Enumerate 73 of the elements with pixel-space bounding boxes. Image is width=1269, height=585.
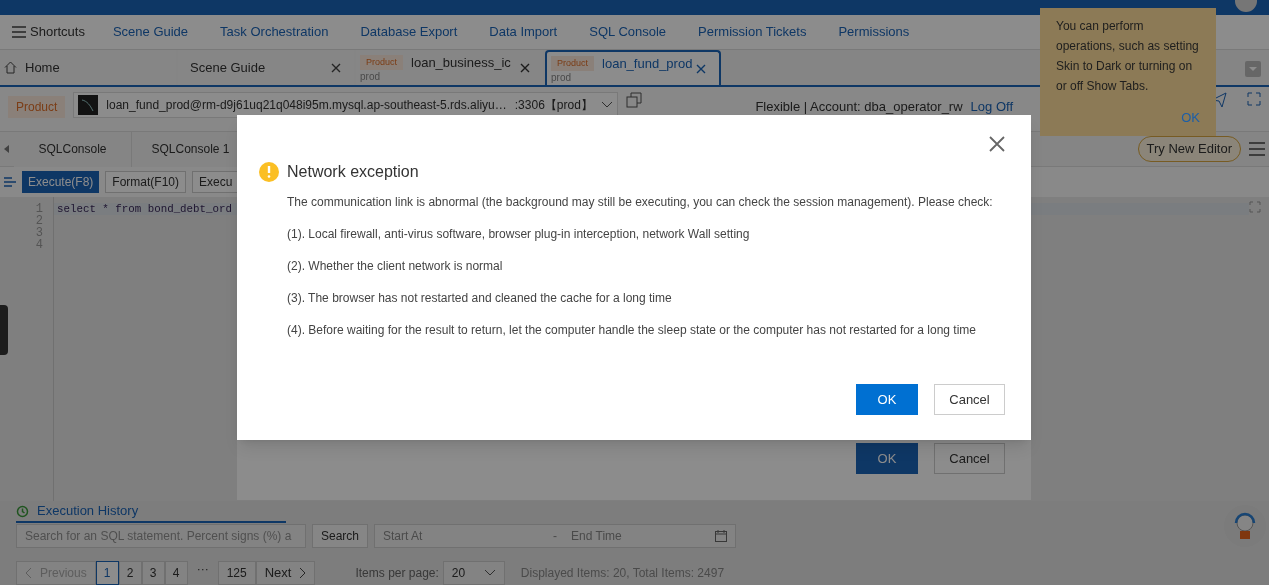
dialog-message: (4). Before waiting for the result to return, let the computer handle the sleep state or the computer has not restarted for a long time: [287, 322, 978, 338]
ok-button[interactable]: OK: [856, 443, 918, 474]
ok-button[interactable]: OK: [856, 384, 918, 415]
nav-link[interactable]: Permissions: [822, 22, 926, 42]
avatar-icon[interactable]: [1235, 0, 1257, 12]
page-button[interactable]: 3: [141, 561, 165, 585]
tab-label: loan_fund_prod: [602, 54, 693, 73]
menu-icon[interactable]: [1249, 142, 1265, 156]
nav-link[interactable]: Database Export: [344, 22, 474, 42]
tab[interactable]: Product loan_fund_prod prod: [545, 50, 721, 85]
end-date-placeholder: End Time: [571, 528, 623, 545]
page-button[interactable]: 2: [118, 561, 142, 585]
page-size-select[interactable]: 20: [442, 561, 505, 585]
chevron-left-icon: [25, 567, 32, 579]
environment-label: prod: [551, 73, 572, 84]
chevron-right-icon: [299, 567, 307, 579]
calendar-icon: [715, 530, 728, 542]
tip-text: You can perform operations, such as setting Skin to Dark or turning on or off Show Tabs.: [1056, 18, 1200, 95]
expand-icon[interactable]: [1249, 201, 1261, 213]
date-range-field[interactable]: Start At - End Time: [374, 524, 737, 548]
toolbar-button[interactable]: Execu: [192, 171, 240, 193]
dialog-message: (1). Local firewall, anti-virus software, browser plug-in interception, network Wall setting: [287, 226, 751, 242]
chevron-down-icon: [600, 101, 613, 109]
toolbar-button[interactable]: Format(F10): [105, 171, 187, 193]
nav-link[interactable]: Permission Tickets: [682, 22, 823, 42]
warning-icon: [259, 162, 279, 182]
connection-string: loan_fund_prod@rm-d9j61uq21q048i95m.mysql.ap-southeast-5.rds.aliyu…: [106, 97, 507, 114]
items-per-page-label: Items per page:: [355, 565, 439, 582]
cancel-button[interactable]: Cancel: [934, 384, 1005, 415]
cancel-button[interactable]: Cancel: [934, 443, 1005, 474]
page-button[interactable]: 1: [95, 561, 119, 585]
tab-label: Scene Guide: [190, 58, 267, 77]
close-icon[interactable]: [695, 62, 707, 75]
nav-link[interactable]: Task Orchestration: [204, 22, 345, 42]
range-separator: -: [553, 528, 559, 545]
environment-badge: Product: [551, 55, 595, 72]
environment-badge: Product: [8, 96, 66, 118]
database-icon: [78, 95, 99, 115]
dialog-message: (2). Whether the client network is normal: [287, 258, 504, 274]
nav-link[interactable]: SQL Console: [573, 22, 683, 42]
dialog-title: Network exception: [287, 162, 419, 182]
console-tab[interactable]: SQLConsole: [14, 131, 132, 167]
start-date-placeholder: Start At: [383, 528, 424, 545]
panel-toggle-handle[interactable]: [0, 305, 8, 355]
tab-label: Home: [25, 58, 60, 77]
nav-link[interactable]: Scene Guide: [96, 22, 205, 42]
fullscreen-icon[interactable]: [1247, 92, 1261, 106]
nav-link[interactable]: Data Import: [473, 22, 574, 42]
close-icon[interactable]: [330, 61, 342, 74]
connection-port: :3306【prod】: [514, 97, 593, 114]
toolbar-button[interactable]: Execute(F8): [22, 171, 100, 193]
page-ellipsis: ···: [195, 561, 210, 578]
account-info: Flexible | Account: dba_operator_rw: [755, 98, 963, 116]
history-icon: [16, 504, 29, 518]
copy-icon[interactable]: [625, 92, 642, 108]
indent-icon[interactable]: [4, 177, 16, 187]
try-new-editor-button[interactable]: Try New Editor: [1137, 136, 1241, 162]
close-icon[interactable]: [519, 61, 531, 74]
close-icon[interactable]: [989, 136, 1005, 152]
tab-label: loan_business_ic: [411, 53, 511, 72]
next-page-button[interactable]: Next: [255, 561, 316, 585]
home-icon: [4, 61, 17, 74]
page-button[interactable]: 4: [164, 561, 188, 585]
dropdown-icon[interactable]: [1245, 61, 1261, 77]
page-button[interactable]: 125: [217, 561, 256, 585]
menu-icon: [12, 26, 26, 38]
chevron-down-icon: [483, 569, 496, 577]
search-button[interactable]: Search: [312, 524, 369, 548]
dialog-message: (3). The browser has not restarted and cleaned the cache for a long time: [287, 290, 673, 306]
connection-selector[interactable]: loan_fund_prod@rm-d9j61uq21q048i95m.mysql.ap-southeast-5.rds.aliyu… :3306【prod】: [73, 92, 618, 118]
environment-badge: Product: [360, 54, 404, 71]
log-off-link[interactable]: Log Off: [970, 97, 1013, 117]
shortcuts-menu[interactable]: Shortcuts: [0, 22, 97, 42]
